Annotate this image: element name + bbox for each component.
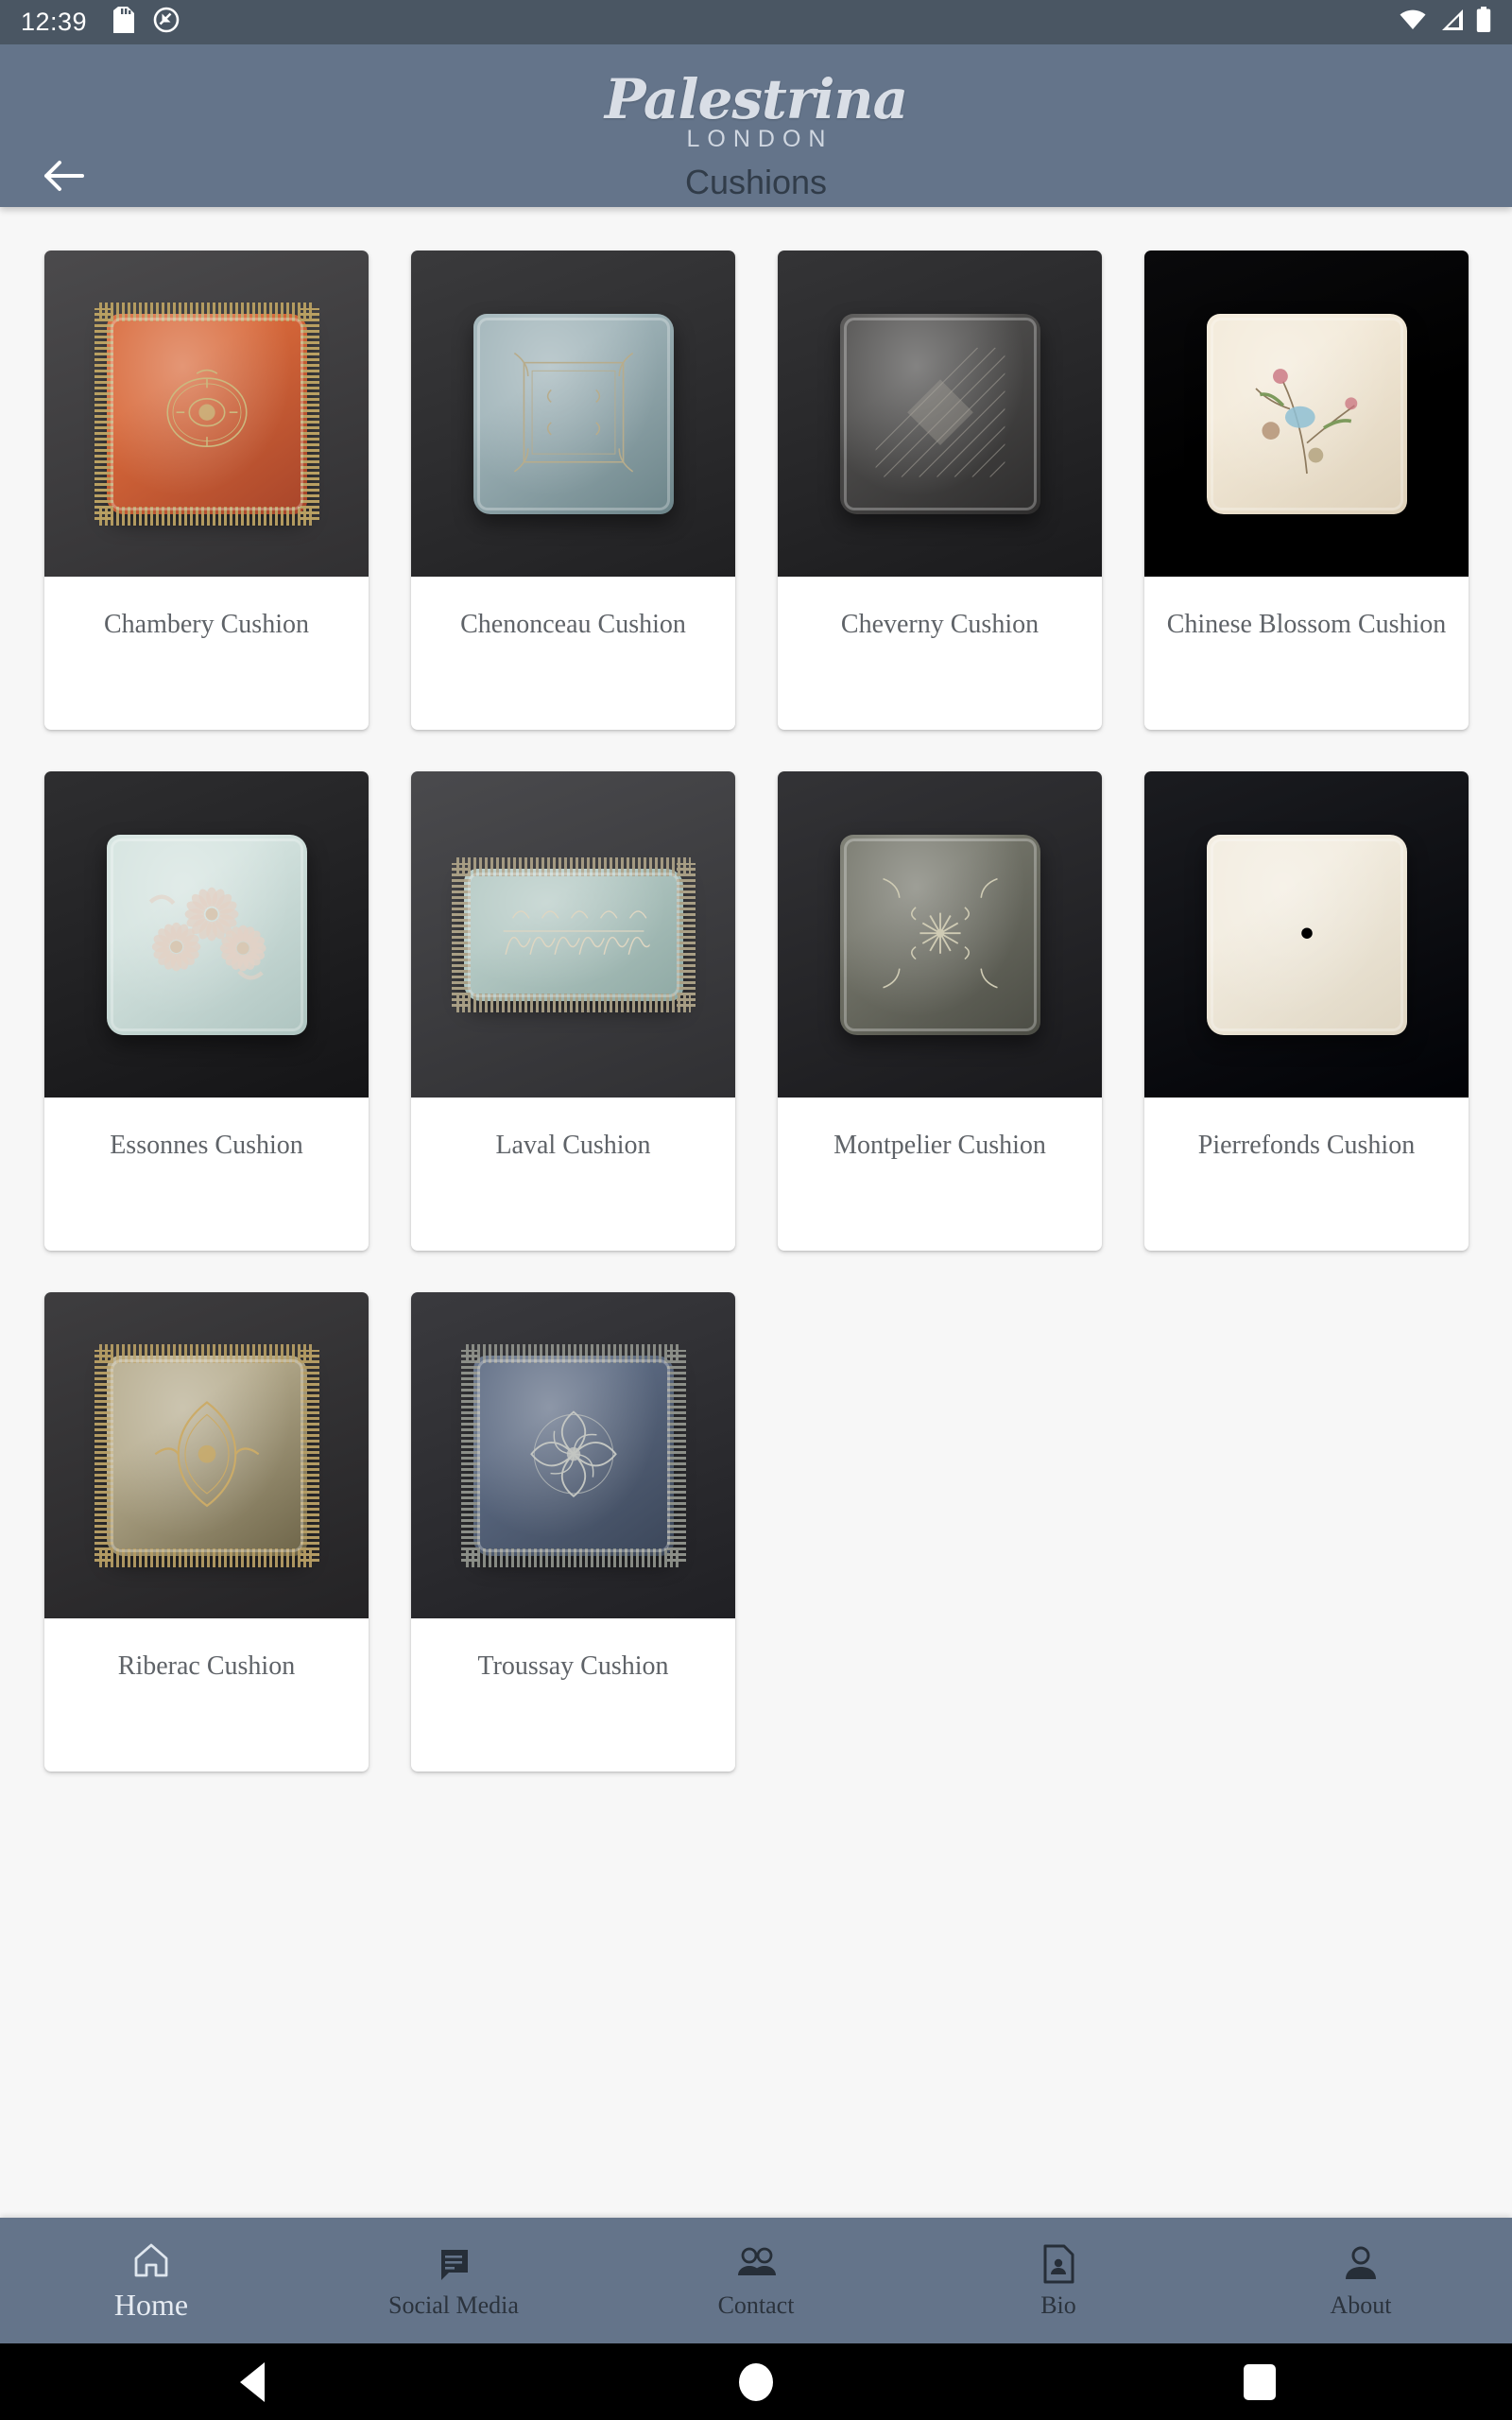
recents-square-icon [1244,2363,1277,2400]
app-screen: 12:39 Palestrina LONDON Cushions Chamber… [0,0,1512,2420]
system-recents-button[interactable] [1203,2343,1316,2420]
chat-bubble-icon [433,2242,474,2286]
product-name: Chinese Blossom Cushion [1166,610,1447,639]
product-image [778,251,1102,577]
product-image [44,1292,369,1618]
wifi-icon [1399,9,1427,36]
product-image [44,251,369,577]
android-system-navigation [0,2343,1512,2420]
back-triangle-icon [239,2361,265,2402]
sd-card-icon [113,7,135,38]
product-card[interactable]: Chambery Cushion [44,251,369,730]
person-icon [1342,2242,1380,2286]
product-name: Laval Cushion [495,1131,651,1160]
product-image [44,771,369,1098]
app-bar: Palestrina LONDON Cushions [0,44,1512,207]
brand-logo: Palestrina LONDON [0,69,1512,153]
product-card[interactable]: Troussay Cushion [411,1292,735,1772]
product-image [411,251,735,577]
nav-item-label: Bio [1040,2290,1076,2319]
brand-name: Palestrina [604,67,908,131]
do-not-disturb-icon [153,7,180,38]
battery-icon [1476,7,1491,38]
system-home-button[interactable] [699,2343,813,2420]
product-card[interactable]: Pierrefonds Cushion [1144,771,1469,1251]
nav-item-contact[interactable]: Contact [605,2218,907,2343]
product-name: Montpelier Cushion [833,1131,1046,1160]
product-name: Chenonceau Cushion [460,610,686,639]
product-card[interactable]: Cheverny Cushion [778,251,1102,730]
product-card[interactable]: Riberac Cushion [44,1292,369,1772]
status-bar: 12:39 [0,0,1512,44]
page-title: Cushions [684,163,828,201]
product-image [1144,771,1469,1098]
home-icon [130,2238,172,2282]
nav-item-home[interactable]: Home [0,2218,302,2343]
nav-item-label: Social Media [388,2290,519,2319]
cellular-signal-icon [1438,9,1465,36]
product-name: Essonnes Cushion [110,1131,303,1160]
product-image [411,771,735,1098]
brand-subname: LONDON [686,126,833,152]
product-image [778,771,1102,1098]
product-name: Pierrefonds Cushion [1197,1131,1416,1160]
bottom-navigation: Home Social Media Contact Bio About [0,2218,1512,2343]
nav-item-social-media[interactable]: Social Media [302,2218,605,2343]
product-name: Cheverny Cushion [840,610,1040,639]
product-card[interactable]: Laval Cushion [411,771,735,1251]
product-name: Troussay Cushion [477,1651,669,1681]
nav-item-label: Contact [717,2290,795,2319]
content-scroll-area[interactable]: Chambery Cushion Chenonceau Cushion Chever… [0,207,1512,2218]
home-circle-icon [738,2362,773,2401]
product-card[interactable]: Chenonceau Cushion [411,251,735,730]
product-name: Riberac Cushion [117,1651,296,1681]
product-card[interactable]: Chinese Blossom Cushion [1144,251,1469,730]
product-image [1144,251,1469,577]
system-back-button[interactable] [196,2343,309,2420]
status-bar-clock: 12:39 [21,8,88,36]
nav-item-label: Home [113,2288,189,2322]
product-card[interactable]: Montpelier Cushion [778,771,1102,1251]
product-name: Chambery Cushion [104,610,309,639]
product-grid: Chambery Cushion Chenonceau Cushion Chever… [0,207,1512,1772]
product-card[interactable]: Essonnes Cushion [44,771,369,1251]
nav-item-about[interactable]: About [1210,2218,1512,2343]
people-icon [733,2242,779,2286]
nav-item-label: About [1330,2290,1392,2319]
product-image [411,1292,735,1618]
document-person-icon [1041,2242,1075,2286]
nav-item-bio[interactable]: Bio [907,2218,1210,2343]
